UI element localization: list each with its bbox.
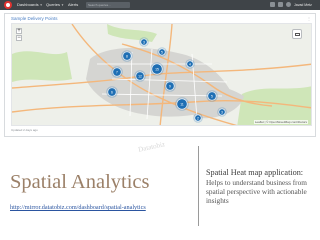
marker-count: 3 <box>221 110 223 114</box>
divider <box>198 146 199 226</box>
marker-count: 4 <box>189 62 191 66</box>
zoom-in-button[interactable]: + <box>16 28 22 34</box>
chevron-down-icon: ▼ <box>61 3 64 7</box>
map-marker[interactable]: 2 <box>193 113 203 123</box>
dashboard-link[interactable]: http://mirror.datatobiz.com/dashboard/sp… <box>10 203 146 212</box>
marker-count: 5 <box>161 50 163 54</box>
layers-icon <box>295 33 300 36</box>
marker-count: 6 <box>111 90 113 94</box>
panel-updated-text: Updated 2 days ago <box>11 128 38 132</box>
description-body: Helps to understand business from spatia… <box>206 178 307 205</box>
map-marker[interactable]: 4 <box>185 59 195 69</box>
marker-count: 2 <box>197 116 199 120</box>
search-input[interactable]: Search queries... <box>86 2 130 8</box>
slide-description: Spatial Heat map application: Helps to u… <box>206 168 316 205</box>
map-view[interactable]: 8 3 5 7 12 15 6 9 4 11 5 3 2 + − Leaflet | © OpenStr… <box>11 23 312 126</box>
marker-count: 12 <box>138 74 142 78</box>
map-marker[interactable]: 5 <box>157 47 167 57</box>
map-marker[interactable]: 9 <box>164 80 176 92</box>
map-marker[interactable]: 3 <box>217 107 227 117</box>
map-marker[interactable]: 7 <box>111 66 123 78</box>
watermark: Datatobiz <box>137 140 166 154</box>
help-icon[interactable] <box>278 2 283 7</box>
menu-alerts[interactable]: Alerts <box>68 2 78 8</box>
menu-dashboards[interactable]: Dashboards▼ <box>17 2 43 8</box>
map-marker[interactable]: 6 <box>106 86 118 98</box>
avatar[interactable] <box>286 2 291 7</box>
settings-icon[interactable] <box>270 2 275 7</box>
slide-title: Spatial Analytics <box>10 171 150 193</box>
marker-count: 9 <box>169 84 171 88</box>
map-canvas[interactable]: 8 3 5 7 12 15 6 9 4 11 5 3 2 <box>12 24 312 126</box>
marker-count: 7 <box>116 70 118 74</box>
layers-button[interactable] <box>292 29 302 39</box>
map-marker[interactable]: 3 <box>139 37 149 47</box>
app-logo[interactable] <box>4 1 12 9</box>
menu-queries[interactable]: Queries▼ <box>46 2 64 8</box>
marker-count: 5 <box>211 94 213 98</box>
marker-count: 15 <box>155 67 159 71</box>
marker-count: 11 <box>180 102 184 106</box>
panel-title[interactable]: Sample Delivery Points <box>11 15 58 22</box>
zoom-out-button[interactable]: − <box>16 35 22 41</box>
user-menu[interactable]: Javad Metz <box>294 2 312 8</box>
top-navigation-bar: Dashboards▼ Queries▼ Alerts Search queri… <box>0 0 320 10</box>
map-marker[interactable]: 8 <box>121 50 133 62</box>
description-heading: Spatial Heat map application: <box>206 168 304 177</box>
map-marker[interactable]: 12 <box>134 70 146 82</box>
marker-count: 3 <box>143 40 145 44</box>
map-attribution[interactable]: Leaflet | © OpenStreetMap contributors <box>253 120 308 124</box>
map-marker[interactable]: 11 <box>175 97 189 111</box>
marker-count: 8 <box>126 54 128 58</box>
map-widget-panel: Sample Delivery Points ⋮ 8 3 5 7 12 15 6… <box>4 13 316 137</box>
map-marker[interactable]: 5 <box>206 90 218 102</box>
map-marker[interactable]: 15 <box>150 62 164 76</box>
panel-menu-icon[interactable]: ⋮ <box>307 16 311 21</box>
chevron-down-icon: ▼ <box>39 3 43 7</box>
